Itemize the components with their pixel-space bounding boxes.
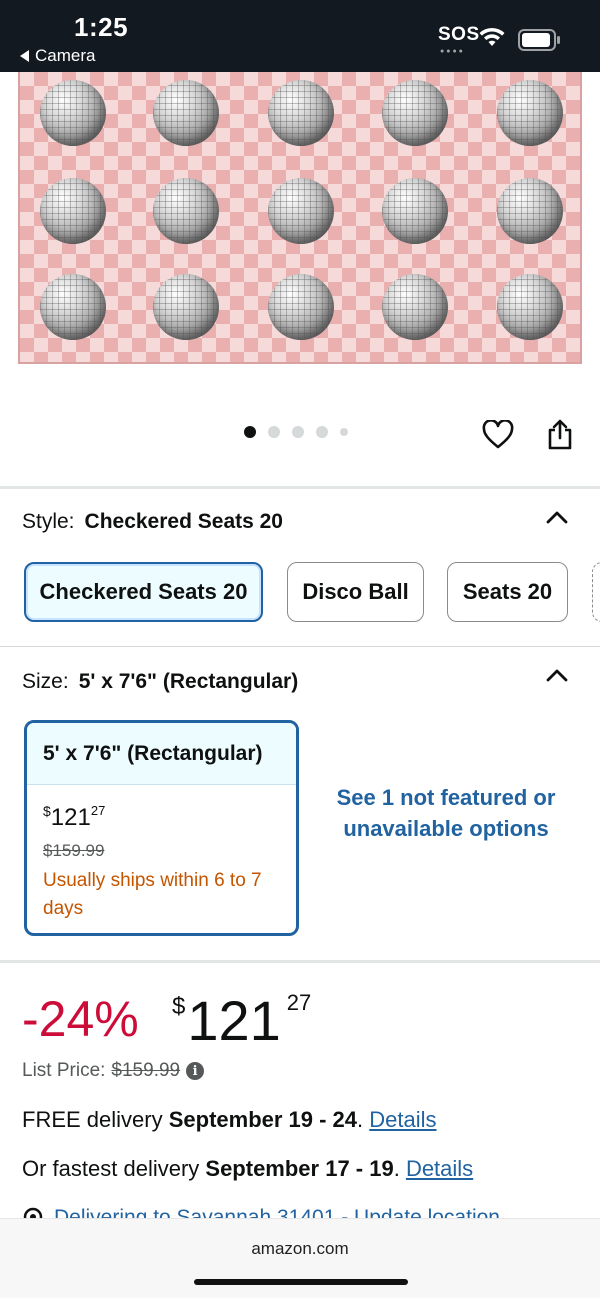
status-time: 1:25 xyxy=(74,12,129,42)
disco-ball-icon xyxy=(40,80,106,146)
see-unavailable-options-link[interactable]: See 1 not featured or unavailable option… xyxy=(330,782,562,844)
carousel-dot[interactable] xyxy=(268,426,280,438)
carousel-dot[interactable] xyxy=(340,428,348,436)
size-label: Size: xyxy=(22,670,69,693)
carousel-dot-active[interactable] xyxy=(244,426,256,438)
home-indicator[interactable] xyxy=(194,1279,408,1285)
list-price-value: $159.99 xyxy=(111,1060,181,1081)
disco-ball-icon xyxy=(382,178,448,244)
sos-indicator: SOS xyxy=(438,24,480,45)
style-label: Style: xyxy=(22,510,75,533)
list-price: List Price: $159.99 i xyxy=(22,1060,205,1082)
free-delivery-details-link[interactable]: Details xyxy=(369,1107,436,1132)
disco-ball-icon xyxy=(40,178,106,244)
disco-ball-icon xyxy=(153,274,219,340)
browser-url-bar[interactable]: amazon.com xyxy=(0,1218,600,1298)
free-delivery-line: FREE delivery September 19 - 24. Details xyxy=(22,1107,437,1132)
chevron-up-icon[interactable] xyxy=(546,668,568,682)
discount-percent: -24% xyxy=(22,991,139,1047)
fastest-delivery-details-link[interactable]: Details xyxy=(406,1156,473,1181)
section-divider xyxy=(0,646,600,647)
disco-ball-icon xyxy=(497,80,563,146)
disco-ball-icon xyxy=(153,80,219,146)
size-option-list-price: $159.99 xyxy=(43,841,105,860)
section-divider xyxy=(0,960,600,963)
disco-ball-rug-image xyxy=(18,72,582,364)
style-option-checkered-seats-20[interactable]: Checkered Seats 20 xyxy=(24,562,263,622)
url-text[interactable]: amazon.com xyxy=(0,1239,600,1259)
signal-dots-icon: ●●●● xyxy=(440,48,465,55)
disco-ball-icon xyxy=(40,274,106,340)
disco-ball-icon xyxy=(268,178,334,244)
size-option-price: $12127 xyxy=(43,803,106,831)
style-option-more[interactable] xyxy=(592,562,600,622)
style-selected-value: Checkered Seats 20 xyxy=(84,510,283,533)
carousel-dot[interactable] xyxy=(316,426,328,438)
section-divider xyxy=(0,486,600,489)
size-option-shipping: Usually ships within 6 to 7 days xyxy=(43,870,262,919)
back-arrow-icon xyxy=(20,50,29,62)
status-bar: 1:25 Camera SOS ●●●● xyxy=(0,0,600,72)
size-option-title: 5' x 7'6" (Rectangular) xyxy=(27,723,296,785)
fastest-delivery-line: Or fastest delivery September 17 - 19. D… xyxy=(22,1156,474,1181)
heart-icon[interactable] xyxy=(482,420,514,450)
style-row[interactable]: Style: Checkered Seats 20 xyxy=(22,510,283,534)
disco-ball-icon xyxy=(382,80,448,146)
share-icon[interactable] xyxy=(546,418,574,450)
image-carousel-dots[interactable] xyxy=(244,426,348,438)
price: $121 27 xyxy=(172,989,312,1052)
back-to-camera-link[interactable]: Camera xyxy=(20,46,95,66)
carousel-dot[interactable] xyxy=(292,426,304,438)
list-price-label: List Price: xyxy=(22,1060,106,1081)
back-label: Camera xyxy=(35,46,96,65)
wifi-icon xyxy=(479,27,505,46)
info-icon[interactable]: i xyxy=(186,1062,205,1080)
product-image[interactable] xyxy=(0,72,600,392)
fastest-delivery-dates: September 17 - 19 xyxy=(205,1156,394,1181)
chevron-up-icon[interactable] xyxy=(546,510,568,524)
disco-ball-icon xyxy=(268,274,334,340)
size-option-card[interactable]: 5' x 7'6" (Rectangular) $12127 $159.99 U… xyxy=(24,720,299,936)
disco-ball-icon xyxy=(153,178,219,244)
disco-ball-icon xyxy=(268,80,334,146)
size-selected-value: 5' x 7'6" (Rectangular) xyxy=(78,670,299,693)
battery-icon xyxy=(518,29,560,51)
style-option-disco-ball[interactable]: Disco Ball xyxy=(287,562,424,622)
disco-ball-icon xyxy=(382,274,448,340)
disco-ball-icon xyxy=(497,178,563,244)
free-delivery-dates: September 19 - 24 xyxy=(168,1107,358,1132)
style-option-seats-20[interactable]: Seats 20 xyxy=(447,562,568,622)
size-row[interactable]: Size: 5' x 7'6" (Rectangular) xyxy=(22,670,298,694)
disco-ball-icon xyxy=(497,274,563,340)
